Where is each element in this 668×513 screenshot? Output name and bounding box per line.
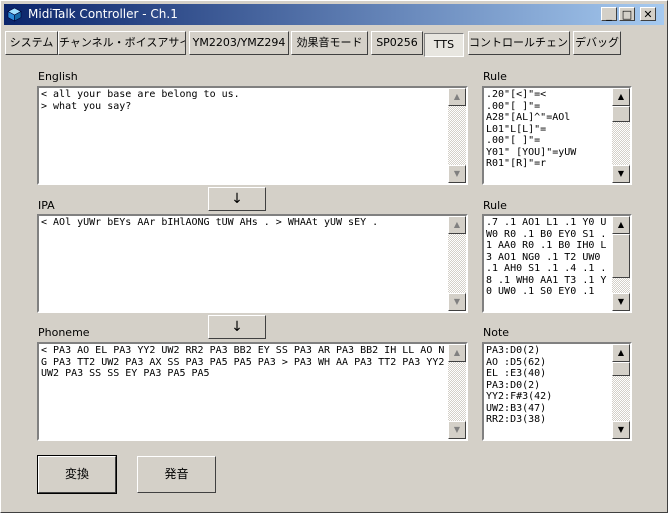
tab-sound-effect-mode[interactable]: 効果音モード <box>291 31 368 55</box>
rule2-text: .7 .1 AO1 L1 .1 Y0 UW0 R0 .1 B0 EY0 S1 .… <box>486 217 607 297</box>
scroll-up-icon[interactable]: ▲ <box>612 88 630 106</box>
rule1-label: Rule <box>483 70 507 83</box>
ipa-textarea[interactable]: < AOl yUWr bEYs AAr bIHlAONG tUW AHs . >… <box>37 214 468 313</box>
scroll-up-icon[interactable]: ▲ <box>448 344 466 362</box>
rule2-scrollbar[interactable]: ▲ ▼ <box>612 216 630 311</box>
tab-channel-voice-assign[interactable]: チャンネル・ボイスアサイン <box>58 31 186 55</box>
rule1-text: .20"[<]"=< .00"[ ]"= A28"[AL]^"=AOl L01"… <box>486 89 577 169</box>
rule1-scrollbar[interactable]: ▲ ▼ <box>612 88 630 183</box>
title-bar: MidiTalk Controller - Ch.1 _ □ ✕ <box>4 4 664 25</box>
tab-debug[interactable]: デバッグ <box>573 31 621 55</box>
convert-button[interactable]: 変換 <box>37 455 117 494</box>
tab-sp0256[interactable]: SP0256 <box>371 31 423 55</box>
convert-to-ipa-button[interactable]: ↓ <box>208 187 266 211</box>
scroll-up-icon[interactable]: ▲ <box>448 88 466 106</box>
scroll-down-icon[interactable]: ▼ <box>612 165 630 183</box>
scroll-down-icon[interactable]: ▼ <box>612 421 630 439</box>
close-button[interactable]: ✕ <box>640 7 656 21</box>
note-text: PA3:D0(2) AO :D5(62) EL :E3(40) PA3:D0(2… <box>486 345 553 425</box>
ipa-text: < AOl yUWr bEYs AAr bIHlAONG tUW AHs . >… <box>41 217 379 228</box>
tab-control-change[interactable]: コントロールチェンジ <box>468 31 570 55</box>
maximize-button[interactable]: □ <box>619 7 635 21</box>
ipa-label: IPA <box>38 199 55 212</box>
scroll-down-icon[interactable]: ▼ <box>448 421 466 439</box>
phoneme-textarea[interactable]: < PA3 AO EL PA3 YY2 UW2 RR2 PA3 BB2 EY S… <box>37 342 468 441</box>
scroll-down-icon[interactable]: ▼ <box>448 293 466 311</box>
scroll-up-icon[interactable]: ▲ <box>612 216 630 234</box>
tab-tts[interactable]: TTS <box>424 33 464 57</box>
note-scrollbar[interactable]: ▲ ▼ <box>612 344 630 439</box>
english-label: English <box>38 70 78 83</box>
rule1-list[interactable]: .20"[<]"=< .00"[ ]"= A28"[AL]^"=AOl L01"… <box>482 86 632 185</box>
scroll-down-icon[interactable]: ▼ <box>448 165 466 183</box>
tab-system[interactable]: システム <box>5 31 58 55</box>
scroll-thumb[interactable] <box>612 362 630 376</box>
main-window: MidiTalk Controller - Ch.1 _ □ ✕ システム チャ… <box>0 0 668 513</box>
tab-ym2203-ymz294[interactable]: YM2203/YMZ294 <box>189 31 289 55</box>
app-cube-icon <box>7 7 22 22</box>
phoneme-scrollbar[interactable]: ▲ ▼ <box>448 344 466 439</box>
window-title: MidiTalk Controller - Ch.1 <box>28 7 178 21</box>
rule2-textarea[interactable]: .7 .1 AO1 L1 .1 Y0 UW0 R0 .1 B0 EY0 S1 .… <box>482 214 632 313</box>
scroll-down-icon[interactable]: ▼ <box>612 293 630 311</box>
scroll-thumb[interactable] <box>612 234 630 278</box>
english-scrollbar[interactable]: ▲ ▼ <box>448 88 466 183</box>
speak-button[interactable]: 発音 <box>137 456 216 493</box>
note-list[interactable]: PA3:D0(2) AO :D5(62) EL :E3(40) PA3:D0(2… <box>482 342 632 441</box>
note-label: Note <box>483 326 510 339</box>
convert-to-phoneme-button[interactable]: ↓ <box>208 315 266 339</box>
english-text: < all your base are belong to us. > what… <box>41 89 240 112</box>
minimize-button[interactable]: _ <box>601 7 617 21</box>
phoneme-label: Phoneme <box>38 326 90 339</box>
scroll-thumb[interactable] <box>612 106 630 122</box>
rule2-label: Rule <box>483 199 507 212</box>
phoneme-text: < PA3 AO EL PA3 YY2 UW2 RR2 PA3 BB2 EY S… <box>41 345 445 379</box>
english-textarea[interactable]: < all your base are belong to us. > what… <box>37 86 468 185</box>
scroll-up-icon[interactable]: ▲ <box>448 216 466 234</box>
scroll-up-icon[interactable]: ▲ <box>612 344 630 362</box>
ipa-scrollbar[interactable]: ▲ ▼ <box>448 216 466 311</box>
